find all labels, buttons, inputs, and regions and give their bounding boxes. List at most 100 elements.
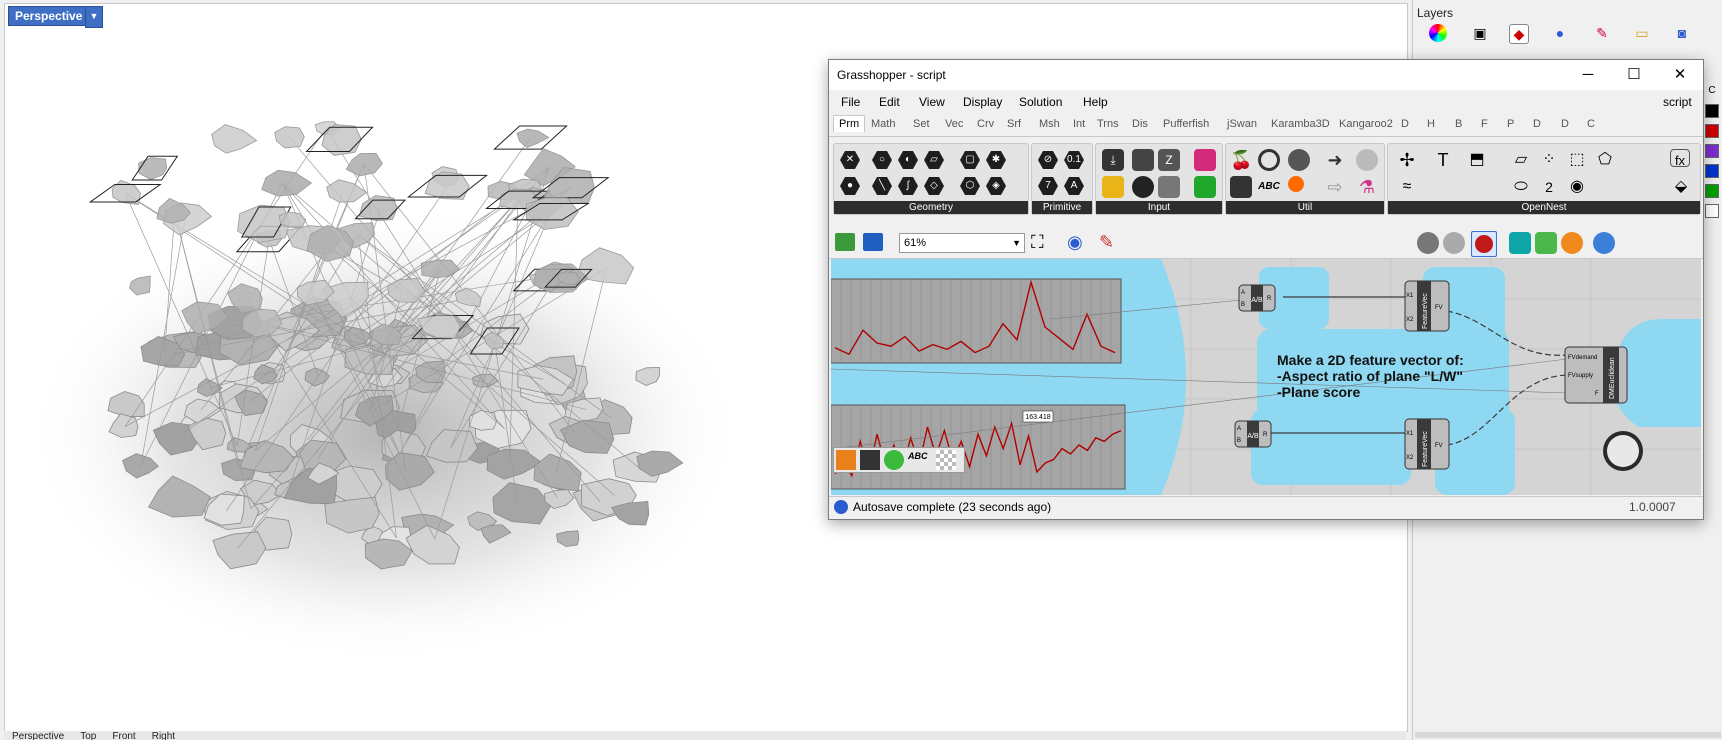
menu-edit[interactable]: Edit [879,95,900,109]
input-list-icon[interactable] [1158,176,1180,198]
tab-int[interactable]: Int [1073,118,1085,130]
display-color-icon[interactable] [1535,232,1557,254]
save-file-icon[interactable] [863,233,883,251]
minimize-icon[interactable]: ─ [1565,60,1611,90]
viewport-tab[interactable]: Top [72,732,104,740]
param-text-icon[interactable]: A [1064,177,1084,195]
tab-karamba3d[interactable]: Karamba3D [1271,118,1330,130]
viewport-tab[interactable]: Right [144,732,183,740]
open-file-icon[interactable] [835,233,855,251]
tab-vec[interactable]: Vec [945,118,963,130]
widget-hammer-icon[interactable] [836,450,856,470]
input-slider-icon[interactable]: Z [1158,149,1180,171]
close-icon[interactable]: ✕ [1657,60,1703,90]
color-wheel-icon[interactable] [1429,24,1447,42]
param-mesh-icon[interactable]: ✱ [986,151,1006,169]
tab-h[interactable]: H [1427,118,1435,130]
nest-circles-icon[interactable]: ⁘ [1538,149,1560,171]
util-tree-icon[interactable] [1230,176,1252,198]
menu-solution[interactable]: Solution [1019,95,1062,109]
nest-blob-icon[interactable]: ⬭ [1510,176,1532,198]
input-button-icon[interactable] [1132,176,1154,198]
layer-swatch-red[interactable] [1705,124,1719,138]
param-geometry-icon[interactable]: ◈ [986,177,1006,195]
nest-sheet-icon[interactable]: ⬒ [1466,149,1488,171]
viewport-menu-arrow-icon[interactable]: ▼ [85,6,103,28]
tab-trns[interactable]: Trns [1097,118,1119,130]
widget-abc-icon[interactable]: ABC [908,451,928,461]
tab-prm[interactable]: Prm [833,115,866,132]
zoom-select[interactable]: 61% ▼ [899,233,1025,253]
param-plane-icon[interactable]: ◇ [924,177,944,195]
input-toggle-icon[interactable] [1132,149,1154,171]
tab-b[interactable]: B [1455,118,1462,130]
zoom-extents-icon[interactable]: ⛶ [1031,232,1044,252]
preview-selected-icon[interactable] [1471,231,1497,257]
nest-cube-icon[interactable]: ⬚ [1566,149,1588,171]
nest-number-icon[interactable]: 2 [1538,176,1560,198]
menu-view[interactable]: View [919,95,945,109]
brush-icon[interactable]: ✎ [1593,24,1611,42]
param-integer-icon[interactable]: 7 [1038,177,1058,195]
input-gradient-icon[interactable] [1194,149,1216,171]
camera-icon[interactable]: ▣ [1471,24,1489,42]
tab-crv[interactable]: Crv [977,118,994,130]
param-brep-icon[interactable]: ⬡ [960,177,980,195]
param-arc-icon[interactable]: ◐ [898,151,918,169]
layers-scrollbar[interactable] [1415,732,1721,738]
input-palette-icon[interactable] [1194,176,1216,198]
param-boolean-icon[interactable]: ⊘ [1038,151,1058,169]
layer-swatch-black[interactable] [1705,104,1719,118]
param-line-icon[interactable]: ╲ [872,177,892,195]
preview-shaded-icon[interactable] [1443,232,1465,254]
tab-f[interactable]: F [1481,118,1488,130]
util-cherry-icon[interactable]: 🍒 [1230,149,1252,171]
widget-download-icon[interactable] [860,450,880,470]
menu-help[interactable]: Help [1083,95,1108,109]
layer-swatch-blue[interactable] [1705,164,1719,178]
render-sphere-icon[interactable]: ● [1551,24,1569,42]
tab-c[interactable]: C [1587,118,1595,130]
nest-shape-icon[interactable]: ⬠ [1594,149,1616,171]
tab-d3[interactable]: D [1561,118,1569,130]
display-mesh-icon[interactable] [1509,232,1531,254]
chevron-down-icon[interactable]: ▼ [1012,234,1021,252]
param-curve-icon[interactable]: ∫ [898,177,918,195]
tab-pufferfish[interactable]: Pufferfish [1163,118,1209,130]
tab-msh[interactable]: Msh [1039,118,1060,130]
tab-d2[interactable]: D [1533,118,1541,130]
tab-set[interactable]: Set [913,118,930,130]
tab-srf[interactable]: Srf [1007,118,1021,130]
util-abc-icon[interactable]: ABC [1258,176,1280,198]
display-options-icon[interactable] [1593,232,1615,254]
param-point-icon[interactable]: ● [840,177,860,195]
layers-icon[interactable]: ◆ [1509,24,1529,44]
tab-math[interactable]: Math [871,118,895,130]
input-download-icon[interactable]: ⤓ [1102,149,1124,171]
nest-parallelogram-icon[interactable]: ▱ [1510,149,1532,171]
sketch-brush-icon[interactable]: ✎ [1099,232,1114,252]
nest-frame-icon[interactable]: ◉ [1566,176,1588,198]
tab-jswan[interactable]: jSwan [1227,118,1257,130]
param-surface-icon[interactable]: ▱ [924,151,944,169]
nest-formula-icon[interactable]: fx [1670,149,1690,168]
preview-wire-icon[interactable] [1417,232,1439,254]
preview-eye-icon[interactable]: ◉ [1067,232,1083,252]
menu-file[interactable]: File [841,95,860,109]
viewport-tab[interactable]: Perspective [4,732,72,740]
menu-display[interactable]: Display [963,95,1002,109]
param-box-icon[interactable]: ▢ [960,151,980,169]
viewport-label[interactable]: Perspective [8,6,90,26]
util-flask-icon[interactable]: ⚗ [1356,176,1378,198]
widget-checker-icon[interactable] [936,450,956,470]
tab-dis[interactable]: Dis [1132,118,1148,130]
util-record-icon[interactable] [1288,176,1304,192]
util-disk-icon[interactable] [1356,149,1378,171]
layer-swatch-purple[interactable] [1705,144,1719,158]
viewport-tab[interactable]: Front [104,732,143,740]
folder-icon[interactable]: ▭ [1633,24,1651,42]
tab-kangaroo2[interactable]: Kangaroo2 [1339,118,1393,130]
param-number-icon[interactable]: 0.1 [1064,151,1084,169]
display-material-icon[interactable] [1561,232,1583,254]
nest-wave-icon[interactable]: ≈ [1396,176,1418,198]
